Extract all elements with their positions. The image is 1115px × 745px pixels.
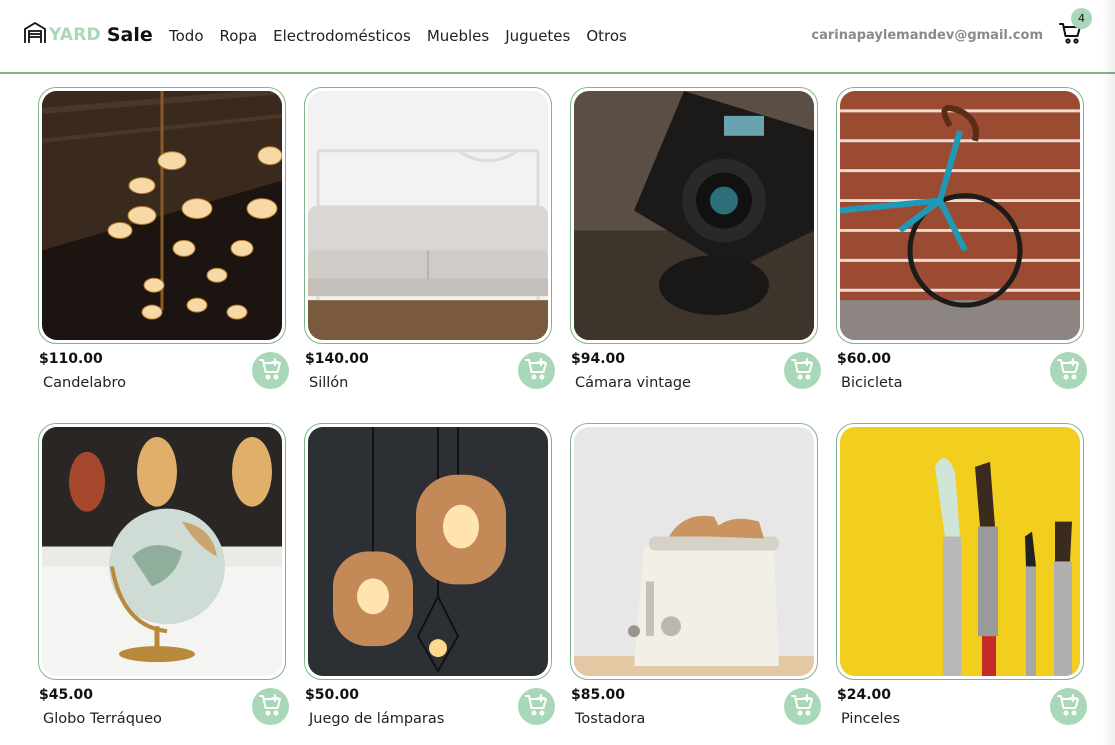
product-name: Globo Terráqueo (43, 711, 162, 727)
add-to-cart-button[interactable] (518, 688, 555, 725)
product-card[interactable]: $45.00 Globo Terráqueo (38, 423, 289, 733)
product-price: $94.00 (571, 351, 626, 367)
product-price: $24.00 (837, 687, 892, 703)
logo-word-yard: YARD (49, 25, 101, 45)
product-card[interactable]: $60.00 Bicicleta (836, 87, 1087, 397)
product-image-frame[interactable] (836, 423, 1084, 680)
add-to-cart-button[interactable] (784, 688, 821, 725)
product-name: Sillón (309, 375, 349, 391)
logo[interactable]: YARD Sale (23, 21, 153, 49)
add-to-cart-icon (258, 693, 283, 721)
window-edge-shadow (1101, 0, 1115, 745)
product-image-globe (42, 427, 282, 676)
product-image-frame[interactable] (304, 87, 552, 344)
menu-item-electrodomesticos[interactable]: Electrodomésticos (273, 27, 411, 45)
product-image-frame[interactable] (38, 87, 286, 344)
product-price: $60.00 (837, 351, 892, 367)
product-name: Juego de lámparas (309, 711, 445, 727)
add-to-cart-button[interactable] (1050, 688, 1087, 725)
menu-item-ropa[interactable]: Ropa (220, 27, 258, 45)
product-card[interactable]: $110.00 Candelabro (38, 87, 289, 397)
add-to-cart-button[interactable] (518, 352, 555, 389)
add-to-cart-icon (1056, 357, 1081, 385)
logo-word-sale: Sale (106, 24, 153, 46)
product-image-frame[interactable] (38, 423, 286, 680)
add-to-cart-icon (258, 357, 283, 385)
add-to-cart-button[interactable] (784, 352, 821, 389)
category-menu: Todo Ropa Electrodomésticos Muebles Jugu… (169, 27, 643, 45)
product-name: Pinceles (841, 711, 901, 727)
product-price: $85.00 (571, 687, 626, 703)
garage-icon (23, 21, 47, 49)
product-image-frame[interactable] (570, 423, 818, 680)
product-card[interactable]: $50.00 Juego de lámparas (304, 423, 555, 733)
add-to-cart-icon (790, 357, 815, 385)
menu-item-todo[interactable]: Todo (169, 27, 204, 45)
menu-item-juguetes[interactable]: Juguetes (505, 27, 570, 45)
add-to-cart-button[interactable] (252, 352, 289, 389)
product-image-lamps (308, 427, 548, 676)
product-image-toaster (574, 427, 814, 676)
product-price: $110.00 (39, 351, 103, 367)
product-image-camera (574, 91, 814, 340)
product-name: Candelabro (43, 375, 126, 391)
add-to-cart-icon (790, 693, 815, 721)
product-name: Bicicleta (841, 375, 903, 391)
add-to-cart-button[interactable] (1050, 352, 1087, 389)
product-image-sofa (308, 91, 548, 340)
product-price: $45.00 (39, 687, 94, 703)
product-image-frame[interactable] (304, 423, 552, 680)
navbar: YARD Sale Todo Ropa Electrodomésticos Mu… (0, 0, 1115, 74)
menu-item-otros[interactable]: Otros (586, 27, 627, 45)
product-card[interactable]: $24.00 Pinceles (836, 423, 1087, 733)
product-price: $50.00 (305, 687, 360, 703)
product-card[interactable]: $85.00 Tostadora (570, 423, 821, 733)
product-image-bicycle (840, 91, 1080, 340)
product-name: Tostadora (575, 711, 646, 727)
product-image-frame[interactable] (570, 87, 818, 344)
cart-count-badge: 4 (1071, 8, 1092, 29)
product-card[interactable]: $94.00 Cámara vintage (570, 87, 821, 397)
add-to-cart-icon (1056, 693, 1081, 721)
product-price: $140.00 (305, 351, 369, 367)
add-to-cart-icon (524, 357, 549, 385)
product-image-paintbrushes (840, 427, 1080, 676)
user-email[interactable]: carinapaylemandev@gmail.com (811, 28, 1043, 43)
add-to-cart-icon (524, 693, 549, 721)
product-image-chandelier (42, 91, 282, 340)
product-image-frame[interactable] (836, 87, 1084, 344)
product-name: Cámara vintage (575, 375, 691, 391)
shopping-cart-icon (1059, 23, 1083, 49)
product-card[interactable]: $140.00 Sillón (304, 87, 555, 397)
add-to-cart-button[interactable] (252, 688, 289, 725)
menu-item-muebles[interactable]: Muebles (427, 27, 489, 45)
